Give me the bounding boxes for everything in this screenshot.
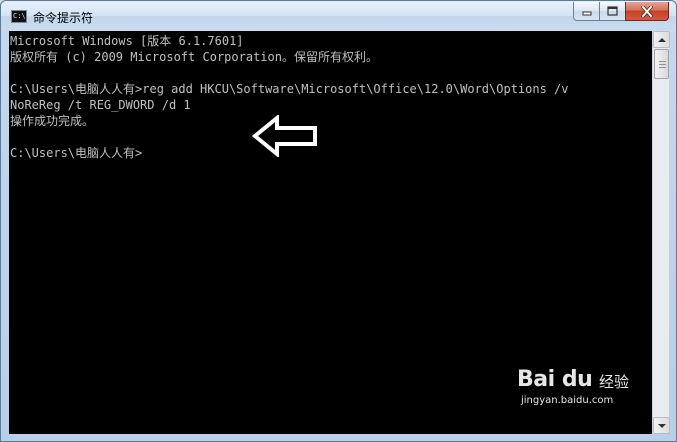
console-line: 操作成功完成。 bbox=[10, 114, 95, 128]
window-title: 命令提示符 bbox=[33, 11, 94, 25]
scroll-thumb[interactable] bbox=[654, 49, 669, 79]
console-line: Microsoft Windows [版本 6.1.7601] bbox=[10, 34, 244, 48]
console-prompt: C:\Users\电脑人人有> bbox=[10, 146, 143, 160]
scroll-up-button[interactable] bbox=[653, 31, 670, 48]
maximize-icon bbox=[607, 6, 618, 16]
chevron-up-icon bbox=[657, 37, 666, 42]
console-line: NoReReg /t REG_DWORD /d 1 bbox=[10, 98, 191, 112]
watermark-url: jingyan.baidu.com bbox=[521, 395, 614, 406]
close-icon bbox=[641, 5, 653, 17]
maximize-button[interactable] bbox=[599, 2, 625, 21]
cmd-app-icon[interactable]: C:\ bbox=[11, 10, 27, 23]
scroll-down-button[interactable] bbox=[653, 417, 670, 434]
minimize-button[interactable] bbox=[573, 2, 599, 21]
title-bar[interactable]: C:\ 命令提示符 bbox=[1, 1, 676, 31]
chevron-down-icon bbox=[657, 423, 666, 428]
minimize-icon bbox=[582, 11, 591, 16]
close-button[interactable] bbox=[625, 2, 669, 21]
watermark-logo: Bai du bbox=[517, 367, 593, 392]
console-line: C:\Users\电脑人人有>reg add HKCU\Software\Mic… bbox=[10, 82, 569, 96]
baidu-watermark: Bai du 经验 jingyan.baidu.com bbox=[517, 367, 647, 409]
caption-buttons bbox=[573, 2, 669, 21]
watermark-subtitle: 经验 bbox=[599, 373, 630, 391]
vertical-scrollbar[interactable] bbox=[652, 31, 670, 434]
console-line: 版权所有 (c) 2009 Microsoft Corporation。保留所有… bbox=[10, 50, 378, 64]
left-arrow-annotation-icon bbox=[251, 115, 317, 157]
console-window: C:\ 命令提示符 Microsoft Windows [版本 6.1.7601… bbox=[0, 0, 677, 442]
